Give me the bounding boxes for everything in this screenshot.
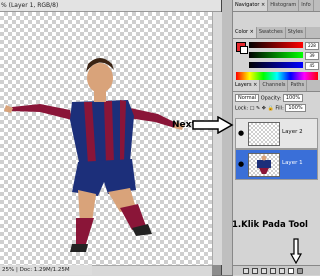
new-group-icon[interactable] <box>279 267 285 274</box>
blue-slider[interactable] <box>249 62 303 68</box>
layer-row-layer-2[interactable]: ● Layer 2 <box>235 118 318 149</box>
layers-body: Normal Opacity: 100% Lock: □ ✎ ✥ 🔒 Fill:… <box>233 92 320 276</box>
status-bar: 25% | Doc: 1.29M/1.25M <box>0 265 92 275</box>
layer-row-layer-1[interactable]: ● Layer 1 <box>235 149 318 180</box>
canvas[interactable] <box>0 12 212 265</box>
annotation-klik-pada-tool: 1.Klik Pada Tool <box>232 220 308 230</box>
document-title: % (Layer 1, RGB/8) <box>1 2 59 9</box>
collapsed-icon-column[interactable] <box>222 0 233 275</box>
layer-mask-icon[interactable] <box>261 267 267 274</box>
color-spectrum[interactable] <box>236 72 318 80</box>
lock-fill-row: Lock: □ ✎ ✥ 🔒 Fill: 100% <box>235 104 318 112</box>
navigator-body <box>233 12 320 28</box>
lock-label: Lock: <box>235 105 249 112</box>
background-color-swatch[interactable] <box>240 46 248 54</box>
layer-name: Layer 1 <box>282 160 303 166</box>
lock-icons[interactable]: □ ✎ ✥ 🔒 <box>250 106 274 112</box>
new-layer-icon[interactable] <box>288 267 294 274</box>
arrow-down-icon <box>290 238 302 264</box>
player-thumbnail-icon <box>257 155 271 174</box>
player-image <box>4 58 184 252</box>
blend-mode-select[interactable]: Normal <box>235 94 260 102</box>
fill-input[interactable]: 100% <box>285 104 306 112</box>
red-value[interactable]: 228 <box>305 42 319 50</box>
panel-dock: Navigator × Histogram Info Color × Swatc… <box>222 0 320 276</box>
vertical-scrollbar[interactable] <box>212 12 222 265</box>
blend-opacity-row: Normal Opacity: 100% <box>235 94 318 102</box>
layers-panel: Layers × Channels Paths Normal Opacity: … <box>233 80 320 276</box>
layer-style-icon[interactable] <box>252 267 258 274</box>
document-title-bar[interactable]: % (Layer 1, RGB/8) <box>0 0 221 12</box>
adjustment-layer-icon[interactable] <box>270 267 276 274</box>
color-body: 228 39 45 <box>233 39 320 81</box>
green-value[interactable]: 39 <box>305 52 319 60</box>
layer-thumbnail <box>248 122 280 146</box>
opacity-label: Opacity: <box>260 95 282 102</box>
tab-color[interactable]: Color × <box>233 27 257 38</box>
layers-bottom-toolbar <box>233 265 320 275</box>
tab-info[interactable]: Info <box>299 0 314 11</box>
red-slider[interactable] <box>249 42 303 48</box>
fill-label: Fill: <box>275 105 284 112</box>
tab-navigator[interactable]: Navigator × <box>233 0 269 11</box>
eye-icon[interactable]: ● <box>237 128 245 138</box>
color-tabbar: Color × Swatches Styles <box>233 27 320 39</box>
navigator-panel: Navigator × Histogram Info <box>233 0 320 28</box>
eye-icon[interactable]: ● <box>237 159 245 169</box>
tab-histogram[interactable]: Histogram <box>268 0 300 11</box>
layers-tabbar: Layers × Channels Paths <box>233 80 320 92</box>
tab-styles[interactable]: Styles <box>286 27 306 38</box>
layer-name: Layer 2 <box>282 129 303 135</box>
tab-channels[interactable]: Channels <box>260 80 289 91</box>
delete-layer-icon[interactable] <box>297 267 303 274</box>
opacity-input[interactable]: 100% <box>282 94 304 102</box>
link-layers-icon[interactable] <box>243 267 249 274</box>
green-slider[interactable] <box>249 52 303 58</box>
layer-thumbnail <box>248 153 280 177</box>
navigator-tabbar: Navigator × Histogram Info <box>233 0 320 12</box>
document-window: % (Layer 1, RGB/8) 25% | Doc: 1.29M/1.25… <box>0 0 222 276</box>
color-panel: Color × Swatches Styles 228 39 45 <box>233 27 320 81</box>
tab-layers[interactable]: Layers × <box>233 80 261 91</box>
blue-value[interactable]: 45 <box>305 62 319 70</box>
tab-paths[interactable]: Paths <box>288 80 308 91</box>
arrow-right-icon <box>192 116 234 134</box>
tab-swatches[interactable]: Swatches <box>257 27 286 38</box>
